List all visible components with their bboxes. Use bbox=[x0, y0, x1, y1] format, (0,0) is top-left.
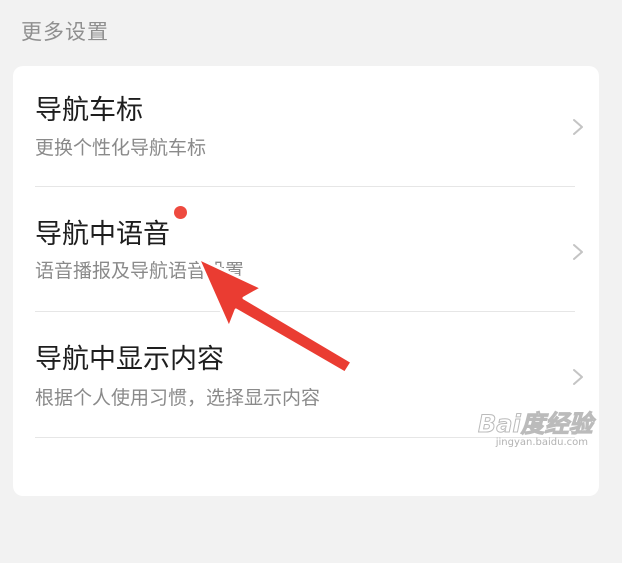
watermark-text: Bai度经验 bbox=[478, 410, 594, 439]
settings-item-nav-car-icon[interactable]: 导航车标 更换个性化导航车标 bbox=[13, 66, 599, 191]
notification-dot bbox=[174, 206, 187, 219]
chevron-right-icon bbox=[573, 369, 583, 385]
settings-item-subtitle: 语音播报及导航语音设置 bbox=[35, 260, 245, 282]
chevron-right-icon bbox=[573, 244, 583, 260]
settings-item-nav-voice[interactable]: 导航中语音 语音播报及导航语音设置 bbox=[13, 187, 599, 312]
settings-item-partial[interactable] bbox=[13, 438, 599, 563]
settings-item-title: 导航中语音 bbox=[35, 219, 170, 250]
settings-item-title: 导航中显示内容 bbox=[35, 344, 224, 375]
section-header: 更多设置 bbox=[21, 20, 109, 44]
settings-item-subtitle: 根据个人使用习惯，选择显示内容 bbox=[35, 387, 321, 409]
chevron-right-icon bbox=[573, 119, 583, 135]
settings-item-title: 导航车标 bbox=[35, 95, 143, 126]
settings-item-subtitle: 更换个性化导航车标 bbox=[35, 137, 207, 159]
watermark-sub: jingyan.baidu.com bbox=[495, 437, 588, 448]
watermark: Bai度经验 jingyan.baidu.com bbox=[478, 398, 594, 449]
